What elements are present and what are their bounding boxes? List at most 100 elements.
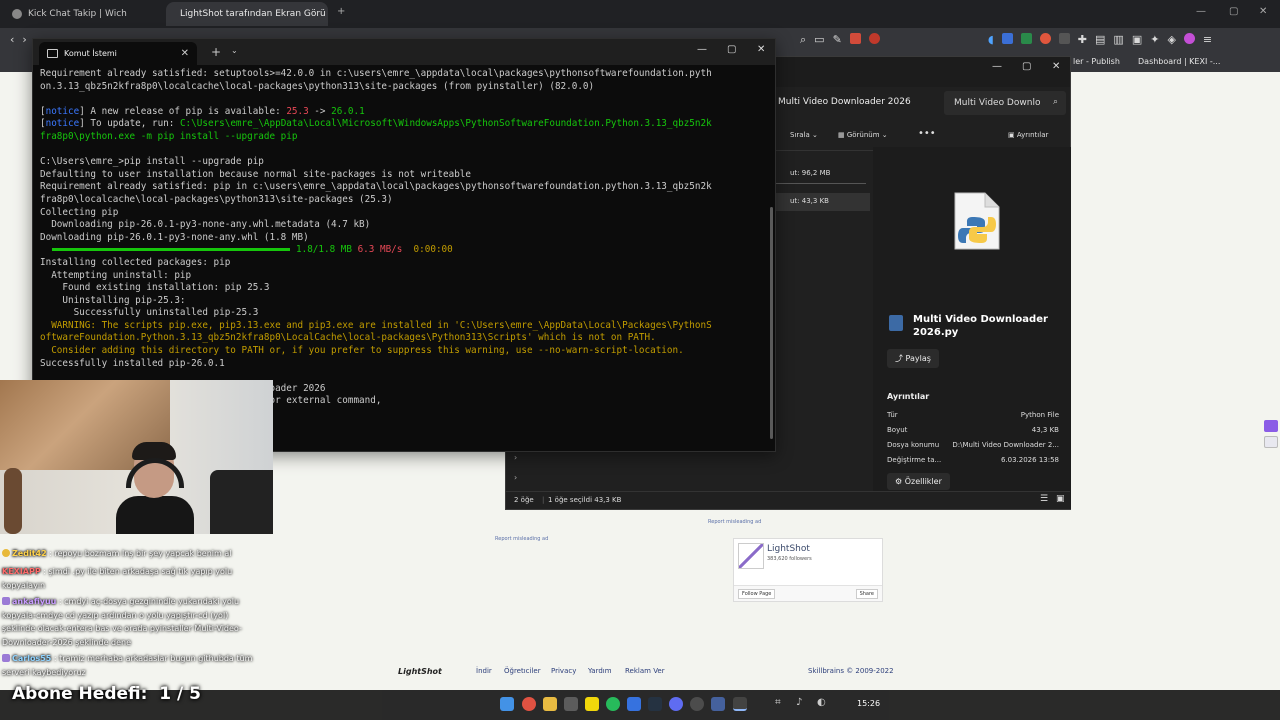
maximize-icon[interactable]: ▢ — [1229, 6, 1238, 17]
spotify-icon[interactable] — [606, 697, 620, 711]
sort-button[interactable]: Sırala ⌄ — [790, 131, 818, 139]
chat-user: ankafiyuu — [12, 597, 57, 606]
profile-icon[interactable] — [1183, 33, 1195, 44]
details-view-icon[interactable]: ☰ — [1040, 494, 1048, 504]
terminal-text: ] To update, run: — [79, 118, 180, 130]
new-tab-icon[interactable]: + — [337, 6, 345, 17]
extension-green-icon[interactable] — [1020, 33, 1032, 44]
brave-shield-icon[interactable] — [849, 33, 861, 44]
discord-icon[interactable] — [669, 697, 683, 711]
view-button[interactable]: ▦ Görünüm ⌄ — [838, 131, 888, 139]
footer-logo[interactable]: LightShot — [398, 667, 442, 676]
search-input[interactable]: Multi Video Downlo ⌕ — [944, 91, 1066, 115]
brave-icon[interactable] — [522, 697, 536, 711]
minimize-icon[interactable]: — — [697, 44, 707, 55]
edit-icon[interactable]: ✎ — [833, 33, 842, 47]
terminal-text: 26.0.1 — [331, 105, 365, 117]
notes-icon[interactable] — [585, 697, 599, 711]
forward-icon[interactable]: › — [22, 33, 26, 46]
chevron-down-icon[interactable]: ⌄ — [231, 46, 238, 55]
minimize-icon[interactable]: — — [992, 61, 1002, 72]
back-icon[interactable]: ‹ — [10, 33, 14, 46]
close-icon[interactable]: ✕ — [757, 44, 765, 55]
python-file-icon — [954, 192, 1000, 250]
footer-link-help[interactable]: Yardım — [588, 667, 612, 675]
menu-icon[interactable]: ≡ — [1203, 33, 1212, 46]
leo-icon[interactable]: ✦ — [1150, 33, 1159, 46]
scrollbar[interactable] — [770, 207, 773, 439]
extension-gray-icon[interactable] — [1058, 33, 1070, 44]
audio-icon[interactable]: ◖ — [988, 33, 994, 46]
details-pane-button[interactable]: ▣ Ayrıntılar — [1008, 131, 1048, 139]
terminal-output[interactable]: Requirement already satisfied: setuptool… — [40, 68, 764, 408]
clock[interactable]: 15:26 — [857, 699, 880, 708]
app-icon[interactable] — [711, 697, 725, 711]
terminal-text: Defaulting to user installation because … — [40, 168, 471, 180]
selection-info: 1 öğe seçildi 43,3 KB — [548, 496, 622, 504]
close-icon[interactable]: ✕ — [1052, 61, 1060, 72]
terminal-text: Attempting uninstall: pip — [40, 269, 192, 281]
footer-link-tutorials[interactable]: Öğretıciler — [504, 667, 541, 675]
footer-link-privacy[interactable]: Privacy — [551, 667, 576, 675]
microphone-icon[interactable]: ♪ — [796, 697, 810, 711]
browser-tab-kick[interactable]: Kick Chat Takip | Wich — [4, 2, 164, 26]
start-icon[interactable] — [500, 697, 514, 711]
footer-link-advertise[interactable]: Reklam Ver — [625, 667, 665, 675]
notification-icon[interactable] — [868, 33, 880, 44]
footer-link-download[interactable]: İndir — [476, 667, 492, 675]
stream-chat: Zedit42 : repoyu bozmam lnş bir şey yapc… — [0, 534, 260, 684]
webcam-overlay — [0, 380, 273, 534]
obs-icon[interactable] — [690, 697, 704, 711]
extension-red-icon[interactable] — [1039, 33, 1051, 44]
lightshot-page-name[interactable]: LightShot — [767, 544, 810, 554]
zoom-icon[interactable]: ⌕ — [800, 33, 806, 47]
properties-button[interactable]: ⚙ Özellikler — [887, 473, 950, 490]
wallet-icon[interactable]: ▣ — [1132, 33, 1142, 46]
terminal-line: Requirement already satisfied: setuptool… — [40, 68, 764, 81]
maximize-icon[interactable]: ▢ — [1022, 61, 1031, 72]
close-icon[interactable]: ✕ — [1259, 6, 1267, 17]
browser-tab-lightshot[interactable]: LightShot tarafından Ekran Görü ✕ — [166, 2, 328, 26]
side-extension-icon[interactable] — [1264, 436, 1278, 448]
side-extension-icon[interactable] — [1264, 420, 1278, 432]
terminal-text: 0:00:00 — [402, 244, 453, 256]
tiles-view-icon[interactable]: ▣ — [1056, 494, 1065, 504]
bookmark-icon[interactable]: ▤ — [1095, 33, 1105, 46]
folder-icon[interactable] — [543, 697, 557, 711]
minimize-icon[interactable]: — — [1196, 6, 1206, 17]
follow-page-button[interactable]: Follow Page — [738, 589, 776, 599]
maximize-icon[interactable]: ▢ — [727, 44, 736, 55]
terminal-tab[interactable]: Komut İstemi ✕ — [39, 42, 197, 65]
puzzle-icon[interactable]: ✚ — [1078, 33, 1087, 46]
app-icon[interactable] — [627, 697, 641, 711]
share-button[interactable]: ⤴ Paylaş — [887, 349, 939, 368]
chevron-right-icon[interactable]: › — [514, 473, 517, 482]
detail-row-size: Boyut 43,3 KB — [887, 426, 1059, 434]
close-tab-icon[interactable]: ✕ — [181, 48, 189, 59]
report-ad-link[interactable]: Report misleading ad — [708, 519, 761, 525]
sidebar-icon[interactable]: ▥ — [1113, 33, 1123, 46]
breadcrumb[interactable]: Multi Video Downloader 2026 — [778, 97, 911, 107]
chevron-right-icon[interactable]: › — [514, 453, 517, 462]
browser-tab-title: Kick Chat Takip | Wich — [28, 9, 127, 19]
bookmark-publish[interactable]: ler - Publish — [1073, 57, 1120, 66]
screenshot-icon[interactable]: ▭ — [814, 33, 824, 47]
tray-icon[interactable]: ⌗ — [775, 697, 789, 711]
share-button[interactable]: Share — [855, 589, 878, 599]
volume-icon[interactable]: ◐ — [817, 697, 831, 711]
more-options-button[interactable]: ••• — [918, 128, 936, 139]
terminal-taskbar-icon[interactable] — [733, 697, 747, 711]
extension-blue-icon[interactable] — [1001, 33, 1013, 44]
vpn-icon[interactable]: ◈ — [1167, 33, 1175, 46]
new-tab-icon[interactable]: + — [211, 45, 221, 59]
detail-value[interactable]: D:\Multi Video Downloader 2... — [952, 441, 1059, 449]
file-size: ut: 43,3 KB — [790, 197, 829, 205]
streamer-torso — [116, 496, 194, 534]
report-ad-link[interactable]: Report misleading ad — [495, 536, 548, 542]
search-text: Multi Video Downlo — [954, 98, 1041, 108]
bookmark-dashboard[interactable]: Dashboard | KEXI -... — [1138, 57, 1220, 66]
footer-copyright[interactable]: Skillbrains © 2009-2022 — [808, 667, 894, 675]
tools-icon[interactable] — [564, 697, 578, 711]
lightshot-facebook-card: LightShot 383,620 followers Follow Page … — [733, 538, 883, 602]
steam-icon[interactable] — [648, 697, 662, 711]
